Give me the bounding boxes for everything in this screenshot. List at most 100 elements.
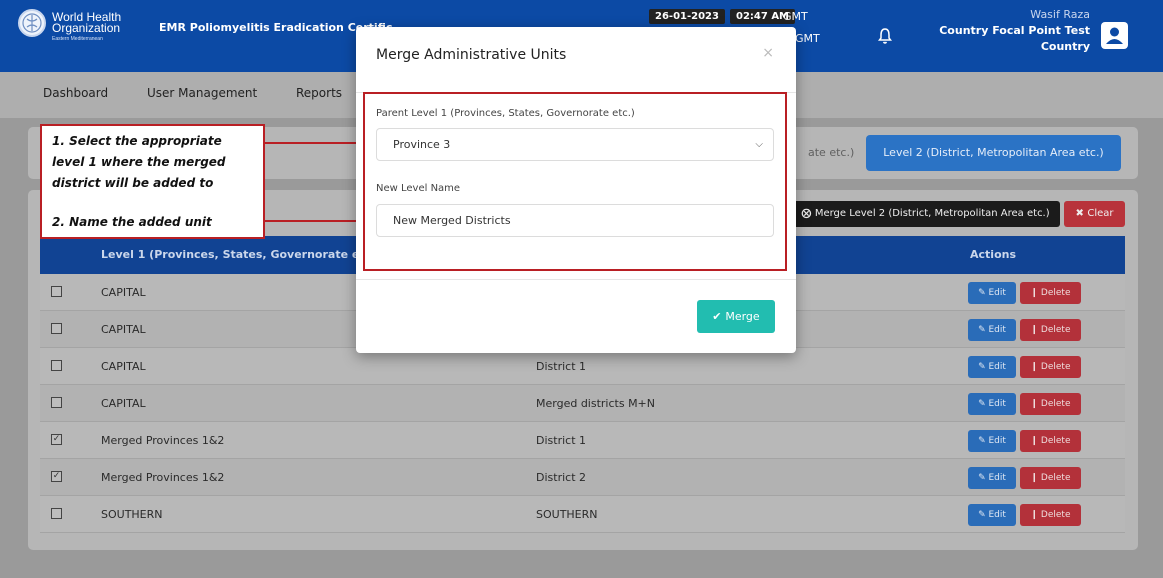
close-icon: ✖ bbox=[1075, 208, 1088, 219]
cell-level2: Merged districts M+N bbox=[536, 397, 656, 410]
parent-level-select[interactable]: Province 3 ⌵ bbox=[376, 128, 774, 161]
row-checkbox[interactable]: ✓ bbox=[51, 471, 62, 482]
cell-level2: District 1 bbox=[536, 360, 587, 373]
cell-level1: Merged Provinces 1&2 bbox=[101, 471, 225, 484]
table-row: CAPITAL Merged districts M+N ✎ Edit ❙ Delet… bbox=[40, 385, 1125, 422]
delete-label: Delete bbox=[1040, 510, 1071, 520]
pencil-icon: ✎ bbox=[978, 473, 989, 483]
who-logo-icon bbox=[18, 9, 46, 37]
trash-icon: ❙ bbox=[1030, 436, 1041, 446]
delete-button[interactable]: ❙ Delete bbox=[1020, 430, 1081, 452]
callout-line: 1. Select the appropriate bbox=[52, 134, 222, 148]
date-badge: 26-01-2023 bbox=[649, 9, 725, 24]
edit-label: Edit bbox=[988, 436, 1006, 446]
table-row: CAPITAL District 1 ✎ Edit ❙ Delete bbox=[40, 348, 1125, 385]
cell-level1: CAPITAL bbox=[101, 286, 146, 299]
close-icon[interactable]: × bbox=[762, 45, 774, 61]
cell-level1: CAPITAL bbox=[101, 397, 146, 410]
delete-button[interactable]: ❙ Delete bbox=[1020, 282, 1081, 304]
pencil-icon: ✎ bbox=[978, 288, 989, 298]
delete-label: Delete bbox=[1040, 362, 1071, 372]
instruction-callout: 1. Select the appropriate level 1 where … bbox=[40, 124, 265, 239]
trash-icon: ❙ bbox=[1030, 510, 1041, 520]
edit-label: Edit bbox=[988, 325, 1006, 335]
edit-label: Edit bbox=[988, 510, 1006, 520]
row-checkbox[interactable] bbox=[51, 397, 62, 408]
user-avatar-icon[interactable] bbox=[1101, 22, 1128, 49]
trash-icon: ❙ bbox=[1030, 399, 1041, 409]
edit-button[interactable]: ✎ Edit bbox=[968, 467, 1016, 489]
tab-level-1[interactable]: ate etc.) bbox=[808, 146, 854, 159]
edit-button[interactable]: ✎ Edit bbox=[968, 319, 1016, 341]
cell-level2: District 2 bbox=[536, 471, 587, 484]
delete-button[interactable]: ❙ Delete bbox=[1020, 504, 1081, 526]
column-header-level1[interactable]: Level 1 (Provinces, States, Governorate … bbox=[101, 248, 380, 261]
trash-icon: ❙ bbox=[1030, 325, 1041, 335]
edit-button[interactable]: ✎ Edit bbox=[968, 282, 1016, 304]
user-role: Country Focal Point Test Country bbox=[939, 24, 1090, 53]
merge-modal: Merge Administrative Units × Parent Leve… bbox=[356, 27, 796, 353]
pencil-icon: ✎ bbox=[978, 510, 989, 520]
clear-label: Clear bbox=[1087, 208, 1114, 219]
delete-label: Delete bbox=[1040, 288, 1071, 298]
callout-line: 2. Name the added unit bbox=[52, 215, 212, 229]
table-row: ✓ Merged Provinces 1&2 District 2 ✎ Edit ❙ D… bbox=[40, 459, 1125, 496]
edit-label: Edit bbox=[988, 288, 1006, 298]
edit-button[interactable]: ✎ Edit bbox=[968, 393, 1016, 415]
row-checkbox[interactable] bbox=[51, 360, 62, 371]
row-checkbox[interactable] bbox=[51, 286, 62, 297]
merge-icon: ⨂ bbox=[801, 208, 815, 219]
row-checkbox[interactable]: ✓ bbox=[51, 434, 62, 445]
edit-button[interactable]: ✎ Edit bbox=[968, 504, 1016, 526]
row-checkbox[interactable] bbox=[51, 323, 62, 334]
edit-button[interactable]: ✎ Edit bbox=[968, 430, 1016, 452]
merge-button-label: Merge bbox=[725, 310, 760, 323]
org-name: World Health Organization bbox=[52, 10, 122, 35]
pencil-icon: ✎ bbox=[978, 362, 989, 372]
delete-button[interactable]: ❙ Delete bbox=[1020, 319, 1081, 341]
timezone-label-2: GMT bbox=[795, 32, 820, 45]
callout-line: level 1 where the merged bbox=[52, 155, 226, 169]
column-header-actions: Actions bbox=[970, 248, 1016, 261]
row-checkbox[interactable] bbox=[51, 508, 62, 519]
merge-level2-button[interactable]: ⨂ Merge Level 2 (District, Metropolitan … bbox=[791, 201, 1060, 227]
delete-button[interactable]: ❙ Delete bbox=[1020, 393, 1081, 415]
nav-reports[interactable]: Reports bbox=[296, 86, 342, 100]
edit-button[interactable]: ✎ Edit bbox=[968, 356, 1016, 378]
cell-level1: Merged Provinces 1&2 bbox=[101, 434, 225, 447]
edit-label: Edit bbox=[988, 399, 1006, 409]
modal-footer-divider bbox=[356, 279, 796, 280]
cell-level1: CAPITAL bbox=[101, 360, 146, 373]
timezone-label: GMT bbox=[783, 10, 808, 23]
org-region: Eastern Mediterranean bbox=[52, 36, 103, 42]
parent-level-value: Province 3 bbox=[393, 138, 451, 151]
merge-level2-label: Merge Level 2 (District, Metropolitan Ar… bbox=[814, 208, 1050, 219]
user-name: Wasif Raza bbox=[1030, 8, 1090, 21]
delete-button[interactable]: ❙ Delete bbox=[1020, 356, 1081, 378]
trash-icon: ❙ bbox=[1030, 362, 1041, 372]
new-level-name-input[interactable]: New Merged Districts bbox=[376, 204, 774, 237]
pencil-icon: ✎ bbox=[978, 325, 989, 335]
delete-label: Delete bbox=[1040, 399, 1071, 409]
cell-level1: CAPITAL bbox=[101, 323, 146, 336]
tab-level-2[interactable]: Level 2 (District, Metropolitan Area etc… bbox=[866, 135, 1121, 171]
delete-label: Delete bbox=[1040, 436, 1071, 446]
cell-level2: SOUTHERN bbox=[536, 508, 598, 521]
trash-icon: ❙ bbox=[1030, 473, 1041, 483]
parent-level-label: Parent Level 1 (Provinces, States, Gover… bbox=[376, 108, 635, 119]
edit-label: Edit bbox=[988, 362, 1006, 372]
pencil-icon: ✎ bbox=[978, 399, 989, 409]
merge-button[interactable]: ✔ Merge bbox=[697, 300, 775, 333]
clear-button[interactable]: ✖ Clear bbox=[1064, 201, 1125, 227]
cell-level1: SOUTHERN bbox=[101, 508, 163, 521]
nav-dashboard[interactable]: Dashboard bbox=[43, 86, 108, 100]
edit-label: Edit bbox=[988, 473, 1006, 483]
check-icon: ✔ bbox=[712, 310, 726, 323]
table-row: ✓ Merged Provinces 1&2 District 1 ✎ Edit ❙ D… bbox=[40, 422, 1125, 459]
pencil-icon: ✎ bbox=[978, 436, 989, 446]
chevron-down-icon: ⌵ bbox=[755, 139, 763, 150]
trash-icon: ❙ bbox=[1030, 288, 1041, 298]
table-row: SOUTHERN SOUTHERN ✎ Edit ❙ Delete bbox=[40, 496, 1125, 533]
delete-button[interactable]: ❙ Delete bbox=[1020, 467, 1081, 489]
nav-user-management[interactable]: User Management bbox=[147, 86, 257, 100]
